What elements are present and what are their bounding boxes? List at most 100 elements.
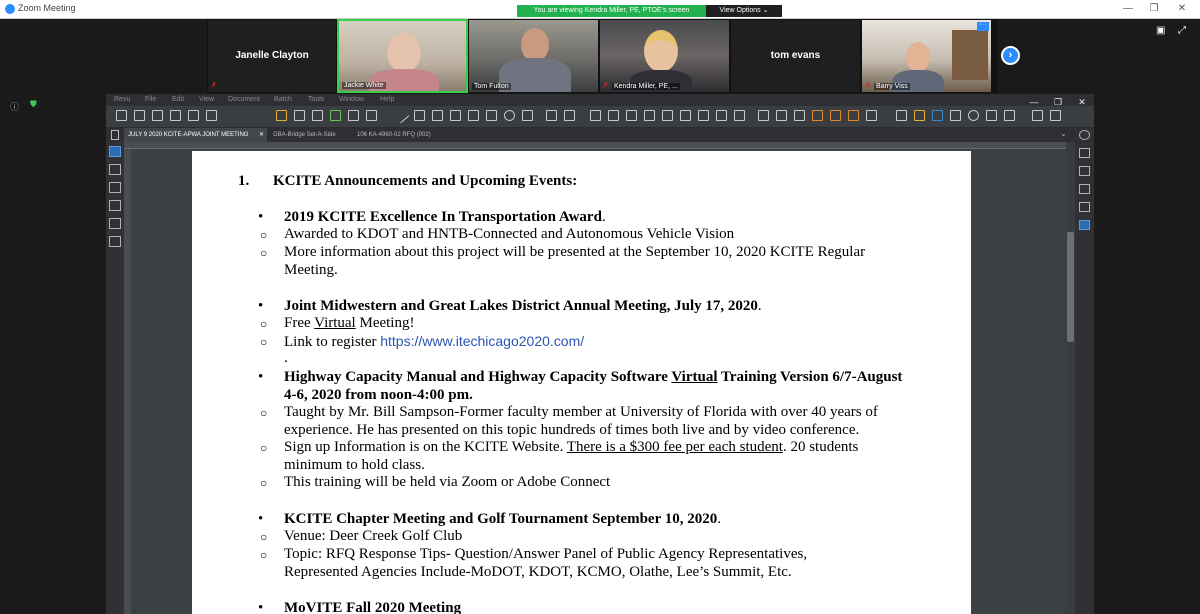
list-item: Free Virtual Meeting! [284, 315, 415, 331]
email-icon[interactable] [188, 110, 199, 121]
menu-document[interactable]: Document [228, 96, 260, 103]
bookmarks-icon[interactable] [109, 164, 121, 175]
gallery-view-icon[interactable]: ▣ [1156, 25, 1165, 36]
snapshot-icon[interactable] [294, 110, 305, 121]
gear-icon[interactable] [968, 110, 979, 121]
vertical-scrollbar[interactable] [1066, 142, 1075, 614]
participant-video[interactable]: Tom Fulton [468, 19, 599, 93]
measurements-icon[interactable] [1079, 148, 1090, 158]
cloud-icon[interactable] [546, 110, 557, 121]
compare-icon[interactable] [830, 110, 841, 121]
next-page-button[interactable]: › [1001, 46, 1020, 65]
file-access-icon[interactable] [1079, 184, 1090, 194]
fullscreen-icon[interactable]: ⤢ [1178, 25, 1186, 36]
stamp-icon[interactable] [312, 110, 323, 121]
measure-perimeter-icon[interactable] [626, 110, 637, 121]
more-options-icon[interactable]: ··· [977, 21, 989, 31]
crop-icon[interactable] [1050, 110, 1061, 121]
sub-bullet-icon: ○ [260, 530, 268, 544]
measure-length-icon[interactable] [590, 110, 601, 121]
spaces-icon[interactable] [866, 110, 877, 121]
minimize-icon[interactable]: — [1120, 2, 1136, 16]
scroll-thumb[interactable] [1067, 232, 1074, 342]
sets-icon[interactable] [812, 110, 823, 121]
tab-document[interactable]: GBA-Bridge Set-A-Side [269, 128, 349, 142]
toolchest-panel-icon[interactable] [109, 200, 121, 211]
measure-polylength-icon[interactable] [734, 110, 745, 121]
participant-video[interactable]: Jackie White [337, 19, 468, 93]
typewriter-icon[interactable] [950, 110, 961, 121]
dimension-icon[interactable] [468, 110, 479, 121]
polyline-icon[interactable] [450, 110, 461, 121]
pencil-icon[interactable] [932, 110, 943, 121]
menu-revu[interactable]: Revu [114, 96, 130, 103]
callout-icon[interactable] [564, 110, 575, 121]
view-options-button[interactable]: View Options ⌄ [706, 5, 782, 17]
close-tab-icon[interactable]: ✕ [259, 128, 264, 142]
menu-edit[interactable]: Edit [172, 96, 184, 103]
rectangle-icon[interactable] [486, 110, 497, 121]
image-icon[interactable] [1032, 110, 1043, 121]
new-icon[interactable] [116, 110, 127, 121]
measure-angle-icon[interactable] [644, 110, 655, 121]
measure-volume-icon[interactable] [680, 110, 691, 121]
info-icon[interactable]: ⓘ [10, 100, 19, 113]
menu-batch[interactable]: Batch [274, 96, 292, 103]
participant-tile[interactable]: Janelle Clayton ✗ [207, 19, 337, 93]
register-link[interactable]: https://www.itechicago2020.com/ [380, 333, 584, 349]
shield-icon[interactable]: ⛊ [30, 99, 37, 110]
participant-video[interactable]: ✗ Kendra Miller, PE, ... [599, 19, 730, 93]
save-icon[interactable] [152, 110, 163, 121]
tabs-dropdown-icon[interactable]: ⌄ [1060, 129, 1067, 138]
doc-list-icon[interactable] [111, 130, 119, 140]
measure-count-icon[interactable] [698, 110, 709, 121]
highlight-icon[interactable] [276, 110, 287, 121]
attach-icon[interactable] [348, 110, 359, 121]
line-icon[interactable] [393, 107, 410, 124]
menu-window[interactable]: Window [339, 96, 364, 103]
tab-document[interactable]: 106 KA-4960-02 RFQ (002) [353, 128, 453, 142]
close-icon[interactable]: ✕ [1174, 2, 1190, 16]
properties-icon[interactable] [1079, 130, 1090, 140]
zoom-logo-icon [5, 4, 15, 14]
menu-file[interactable]: File [145, 96, 156, 103]
menu-help[interactable]: Help [380, 96, 394, 103]
ellipse-icon[interactable] [504, 110, 515, 121]
participant-video[interactable]: ✗ Barry Viss ··· [861, 19, 992, 93]
layers-icon[interactable] [794, 110, 805, 121]
tag-icon[interactable] [1079, 202, 1090, 212]
text-box-icon[interactable] [896, 110, 907, 121]
restore-icon[interactable]: ❐ [1146, 2, 1162, 16]
body-shape [369, 69, 439, 91]
page-icon[interactable] [206, 110, 217, 121]
signature-icon[interactable] [986, 110, 997, 121]
signatures-panel-icon[interactable] [109, 218, 121, 229]
layers-panel-icon[interactable] [109, 182, 121, 193]
overlay-icon[interactable] [848, 110, 859, 121]
participant-tile[interactable]: tom evans [730, 19, 861, 93]
search-icon[interactable] [1079, 220, 1090, 230]
measure-area-icon[interactable] [608, 110, 619, 121]
tab-document[interactable]: JULY 9 2020 KCITE-APWA JOINT MEETING ✕ [124, 128, 267, 142]
measure-radius-icon[interactable] [662, 110, 673, 121]
thumbnails-icon[interactable] [109, 146, 121, 157]
spaces-panel-icon[interactable] [1079, 166, 1090, 176]
markup-list-icon[interactable] [758, 110, 769, 121]
tool-chest-icon[interactable] [776, 110, 787, 121]
links-panel-icon[interactable] [109, 236, 121, 247]
arc-icon[interactable] [432, 110, 443, 121]
print-icon[interactable] [170, 110, 181, 121]
section-heading: KCITE Announcements and Upcoming Events: [273, 173, 578, 189]
eraser-icon[interactable] [366, 110, 377, 121]
open-icon[interactable] [134, 110, 145, 121]
pen-icon[interactable] [330, 110, 341, 121]
participant-name: Jackie White [342, 82, 386, 89]
polygon-icon[interactable] [522, 110, 533, 121]
menu-tools[interactable]: Tools [308, 96, 324, 103]
highlighter-icon[interactable] [914, 110, 925, 121]
arrow-icon[interactable] [414, 110, 425, 121]
tab-label: GBA-Bridge Set-A-Side [273, 132, 336, 138]
measure-diameter-icon[interactable] [716, 110, 727, 121]
stamp-menu-icon[interactable] [1004, 110, 1015, 121]
menu-view[interactable]: View [199, 96, 214, 103]
